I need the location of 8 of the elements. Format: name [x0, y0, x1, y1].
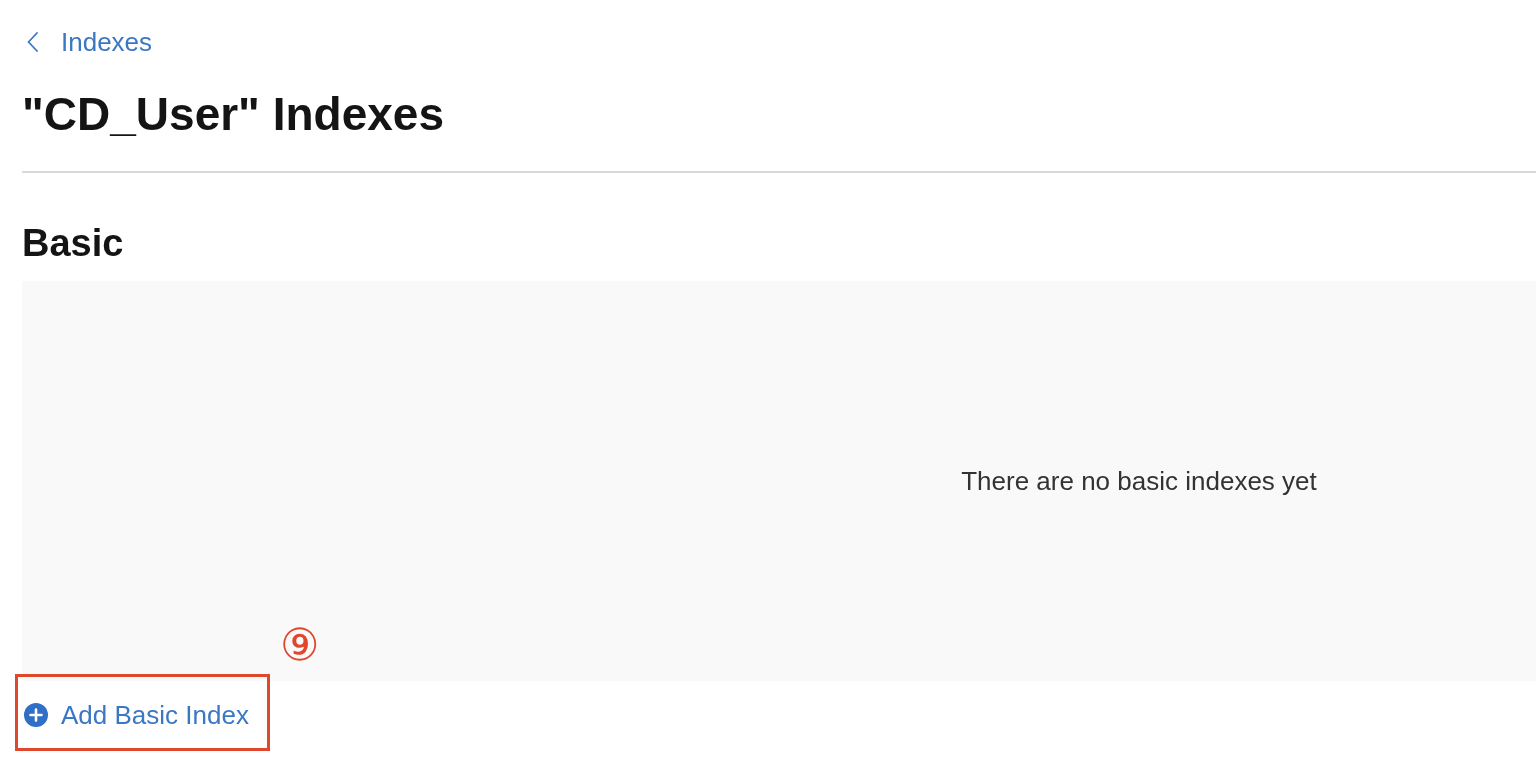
plus-circle-icon — [24, 703, 48, 727]
empty-state-message: There are no basic indexes yet — [961, 468, 1317, 494]
step-marker: ⑨ — [280, 623, 320, 667]
section-heading: Basic — [22, 224, 124, 262]
back-link[interactable]: Indexes — [22, 26, 153, 58]
add-index-button[interactable]: Add Basic Index — [22, 699, 249, 731]
chevron-left-icon — [27, 32, 38, 52]
page-title: "CD_User" Indexes — [22, 91, 445, 137]
